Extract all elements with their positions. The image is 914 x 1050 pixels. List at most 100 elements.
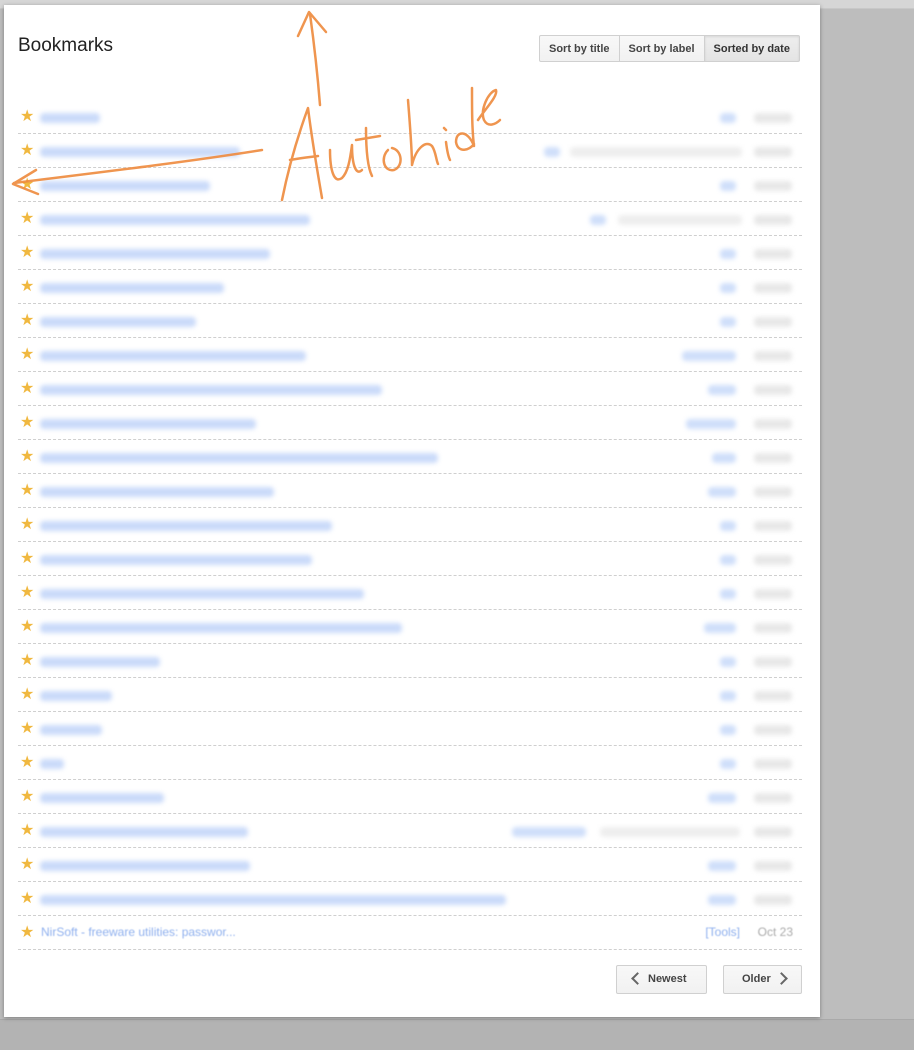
blurred-title[interactable] [40, 113, 100, 123]
blurred-label[interactable] [708, 895, 736, 905]
blurred-title[interactable] [40, 283, 224, 293]
blurred-title[interactable] [40, 181, 210, 191]
blurred-title[interactable] [40, 317, 196, 327]
star-icon[interactable]: ★ [20, 270, 34, 303]
blurred-label[interactable] [720, 555, 736, 565]
blurred-title[interactable] [40, 487, 274, 497]
star-icon[interactable]: ★ [20, 576, 34, 609]
list-item[interactable]: ★ [18, 712, 802, 746]
blurred-label[interactable] [720, 283, 736, 293]
sort-by-label-button[interactable]: Sort by label [618, 35, 705, 62]
star-icon[interactable]: ★ [20, 202, 34, 235]
star-icon[interactable]: ★ [20, 542, 34, 575]
blurred-title[interactable] [40, 691, 112, 701]
star-icon[interactable]: ★ [20, 100, 34, 133]
star-icon[interactable]: ★ [20, 304, 34, 337]
blurred-title[interactable] [40, 623, 402, 633]
star-icon[interactable]: ★ [20, 406, 34, 439]
blurred-label[interactable] [720, 181, 736, 191]
blurred-title[interactable] [40, 249, 270, 259]
blurred-label[interactable] [686, 419, 736, 429]
blurred-label[interactable] [720, 589, 736, 599]
blurred-title[interactable] [40, 521, 332, 531]
star-icon[interactable]: ★ [20, 440, 34, 473]
list-item[interactable]: ★ [18, 848, 802, 882]
star-icon[interactable]: ★ [20, 678, 34, 711]
blurred-title[interactable] [40, 895, 506, 905]
star-icon[interactable]: ★ [20, 644, 34, 677]
list-item[interactable]: ★ [18, 406, 802, 440]
star-icon[interactable]: ★ [20, 610, 34, 643]
blurred-title[interactable] [40, 861, 250, 871]
list-item[interactable]: ★ [18, 134, 802, 168]
blurred-label[interactable] [544, 147, 560, 157]
sort-by-date-button[interactable]: Sorted by date [703, 35, 800, 62]
list-item[interactable]: ★ [18, 372, 802, 406]
newest-button[interactable]: Newest [616, 965, 707, 994]
blurred-label[interactable] [682, 351, 736, 361]
list-item[interactable]: ★ [18, 440, 802, 474]
blurred-label[interactable] [720, 521, 736, 531]
list-item[interactable]: ★ [18, 168, 802, 202]
star-icon[interactable]: ★ [20, 508, 34, 541]
blurred-label[interactable] [704, 623, 736, 633]
star-icon[interactable]: ★ [20, 916, 34, 949]
bookmark-label-link[interactable]: [Tools] [705, 916, 740, 949]
list-item[interactable]: ★ [18, 338, 802, 372]
blurred-title[interactable] [40, 351, 306, 361]
blurred-label[interactable] [720, 657, 736, 667]
list-item[interactable]: ★ [18, 202, 802, 236]
list-item[interactable]: ★ [18, 542, 802, 576]
star-icon[interactable]: ★ [20, 474, 34, 507]
star-icon[interactable]: ★ [20, 236, 34, 269]
blurred-label[interactable] [708, 385, 736, 395]
blurred-title[interactable] [40, 589, 364, 599]
blurred-label[interactable] [720, 759, 736, 769]
older-button[interactable]: Older [723, 965, 802, 994]
blurred-title[interactable] [40, 827, 248, 837]
list-item[interactable]: ★ [18, 610, 802, 644]
blurred-title[interactable] [40, 555, 312, 565]
list-item[interactable]: ★ [18, 474, 802, 508]
star-icon[interactable]: ★ [20, 168, 34, 201]
blurred-title[interactable] [40, 725, 102, 735]
blurred-title[interactable] [40, 215, 310, 225]
list-item[interactable]: ★ [18, 644, 802, 678]
blurred-title[interactable] [40, 793, 164, 803]
blurred-label[interactable] [720, 725, 736, 735]
blurred-title[interactable] [40, 419, 256, 429]
blurred-label[interactable] [708, 487, 736, 497]
blurred-title[interactable] [40, 147, 240, 157]
star-icon[interactable]: ★ [20, 372, 34, 405]
list-item[interactable]: ★ [18, 576, 802, 610]
star-icon[interactable]: ★ [20, 134, 34, 167]
blurred-label[interactable] [720, 113, 736, 123]
list-item[interactable]: ★ [18, 882, 802, 916]
blurred-title[interactable] [40, 657, 160, 667]
star-icon[interactable]: ★ [20, 882, 34, 915]
blurred-title[interactable] [40, 385, 382, 395]
blurred-label[interactable] [708, 793, 736, 803]
list-item[interactable]: ★ [18, 236, 802, 270]
blurred-label[interactable] [712, 453, 736, 463]
blurred-label[interactable] [720, 691, 736, 701]
star-icon[interactable]: ★ [20, 814, 34, 847]
list-item[interactable]: ★ [18, 746, 802, 780]
sort-by-title-button[interactable]: Sort by title [539, 35, 620, 62]
star-icon[interactable]: ★ [20, 338, 34, 371]
blurred-title[interactable] [40, 759, 64, 769]
blurred-label[interactable] [512, 827, 586, 837]
star-icon[interactable]: ★ [20, 746, 34, 779]
blurred-label[interactable] [720, 249, 736, 259]
list-item[interactable]: ★ [18, 678, 802, 712]
star-icon[interactable]: ★ [20, 712, 34, 745]
list-item[interactable]: ★ [18, 100, 802, 134]
blurred-label[interactable] [720, 317, 736, 327]
bookmark-title-link[interactable]: NirSoft - freeware utilities: passwor... [41, 916, 236, 949]
list-item[interactable]: ★ [18, 270, 802, 304]
list-item[interactable]: ★ [18, 304, 802, 338]
blurred-label[interactable] [708, 861, 736, 871]
star-icon[interactable]: ★ [20, 780, 34, 813]
blurred-label[interactable] [590, 215, 606, 225]
blurred-title[interactable] [40, 453, 438, 463]
